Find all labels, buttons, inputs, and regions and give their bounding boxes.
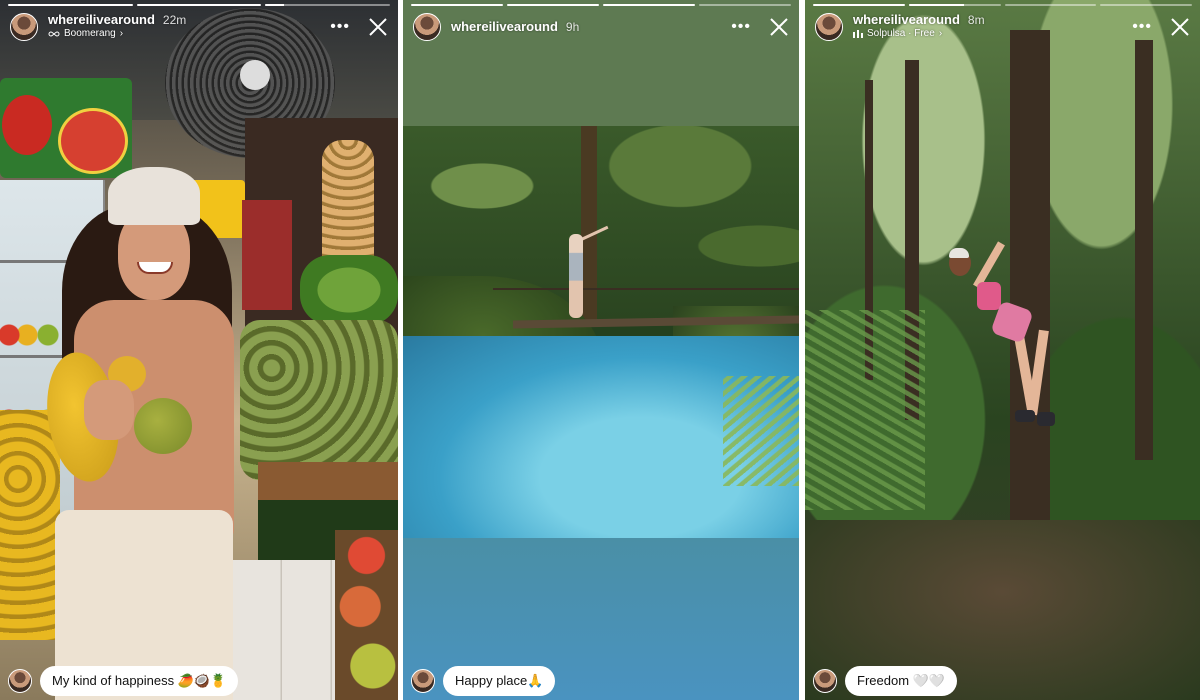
palm-frond [723,376,799,486]
progress-segment [813,4,905,6]
music-link[interactable]: Solpulsa · Free › [853,27,985,41]
story-progress [813,4,1192,6]
person-cap [108,167,200,225]
chevron-right-icon: › [119,28,124,39]
progress-fill [908,4,964,6]
fern [805,310,925,510]
person-hand [84,380,134,440]
caption-bar: My kind of happiness 🥭🥥🍍 [8,666,239,696]
progress-segment [699,4,791,6]
story-progress [8,4,391,6]
avatar[interactable] [411,669,435,693]
more-options-icon[interactable]: ••• [330,19,350,35]
username-link[interactable]: whereilivearound [853,13,960,27]
red-panel [242,200,292,310]
progress-fill [136,4,262,6]
mango [134,398,192,454]
progress-fill [265,4,285,6]
progress-segment [507,4,599,6]
avatar[interactable] [8,669,32,693]
username-link[interactable]: whereilivearound [48,13,155,27]
fan-hub [240,60,270,90]
story-panel-1[interactable]: whereilivearound 22m Boomerang › ••• My … [0,0,398,700]
close-icon[interactable] [1170,17,1190,37]
pineapples [240,320,398,480]
person [569,234,583,318]
chevron-right-icon: › [938,28,943,39]
progress-segment [136,4,262,6]
username-link[interactable]: whereilivearound [451,20,558,34]
progress-fill [603,4,695,6]
story-meta: whereilivearound 8m Solpulsa · Free › [853,13,985,41]
progress-segment [1100,4,1192,6]
bridge-rope [493,288,799,290]
music-bars-icon [853,30,863,38]
progress-fill [411,4,503,6]
story-panel-2[interactable]: whereilivearound 9h ••• Happy place🙏 [403,0,799,700]
timestamp: 22m [162,13,187,27]
progress-segment [603,4,695,6]
more-options-icon[interactable]: ••• [731,19,751,35]
close-icon[interactable] [368,17,388,37]
infinity-icon [48,31,60,37]
boomerang-link[interactable]: Boomerang › [48,27,186,41]
timestamp: 8m [967,13,985,27]
person-cap [949,248,969,258]
subtitle-label: Solpulsa · Free [867,28,935,39]
tree-trunk [1010,30,1050,530]
story-progress [411,4,791,6]
tomato-graphic [2,95,52,155]
progress-segment [265,4,391,6]
story-header: whereilivearound 9h ••• [413,12,789,42]
tree-trunk [581,126,597,326]
story-header: whereilivearound 8m Solpulsa · Free › ••… [815,12,1190,42]
progress-segment [908,4,1001,6]
story-header: whereilivearound 22m Boomerang › ••• [10,12,388,42]
caption-sticker: Freedom 🤍🤍 [845,666,958,696]
subtitle-label: Boomerang [64,28,116,39]
more-options-icon[interactable]: ••• [1132,19,1152,35]
progress-fill [813,4,905,6]
avatar[interactable] [813,669,837,693]
progress-fill [8,4,133,6]
progress-segment [8,4,133,6]
mango-crate [335,530,398,700]
timestamp: 9h [565,20,580,34]
caption-bar: Happy place🙏 [411,666,556,696]
caption-sticker: My kind of happiness 🥭🥥🍍 [40,666,239,696]
avatar[interactable] [413,13,441,41]
story-panel-3[interactable]: whereilivearound 8m Solpulsa · Free › ••… [805,0,1200,700]
tree-trunk [1135,40,1153,460]
bananas [300,255,398,325]
progress-fill [507,4,599,6]
person-top [977,282,1001,310]
progress-segment [411,4,503,6]
close-icon[interactable] [769,17,789,37]
person-shoe [1037,412,1055,426]
story-meta: whereilivearound 9h [451,20,580,35]
caption-sticker: Happy place🙏 [443,666,556,696]
caption-bar: Freedom 🤍🤍 [813,666,958,696]
fruit-crate [0,410,60,640]
story-meta: whereilivearound 22m Boomerang › [48,13,186,41]
sign-logo [58,108,128,174]
wood-shelf [258,462,398,502]
fruit-row [0,315,60,355]
avatar[interactable] [10,13,38,41]
avatar[interactable] [815,13,843,41]
river-photo [403,126,799,538]
progress-segment [1004,4,1097,6]
person-shoe [1015,410,1035,422]
